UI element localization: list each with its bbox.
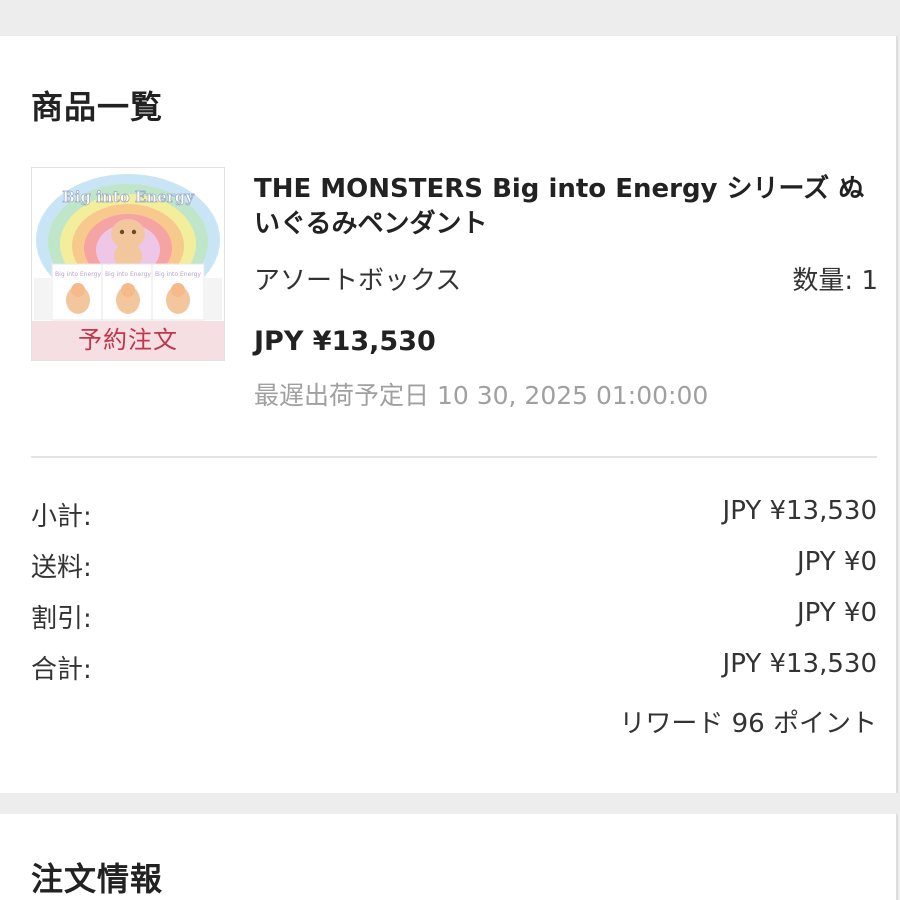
discount-value: JPY ¥0 [796, 598, 877, 628]
box-label-3: Big into Energy [155, 271, 201, 278]
product-variant: アソートボックス [254, 266, 462, 296]
top-gap [0, 0, 900, 36]
product-thumbnail[interactable]: Big into Energy Big into Energy Big into… [31, 167, 225, 361]
summary-row-subtotal: 小計: JPY ¥13,530 [31, 496, 877, 532]
preorder-badge: 予約注文 [32, 321, 224, 360]
subtotal-value: JPY ¥13,530 [722, 496, 877, 526]
product-list-card: 商品一覧 Big into Energy Big into Energy Big… [0, 36, 898, 793]
latest-ship-date: 最遅出荷予定日 10 30, 2025 01:00:00 [254, 381, 709, 410]
product-quantity: 数量: 1 [792, 266, 878, 296]
summary-row-total: 合計: JPY ¥13,530 [31, 649, 877, 685]
total-value: JPY ¥13,530 [722, 649, 877, 679]
reward-points: リワード 96 ポイント [619, 709, 877, 739]
artwork-logo-text: Big into Energy [62, 188, 195, 206]
section-divider [31, 456, 877, 458]
section-title-order: 注文情報 [31, 860, 164, 898]
product-price: JPY ¥13,530 [254, 326, 436, 357]
box-label-1: Big into Energy [55, 271, 101, 278]
product-name[interactable]: THE MONSTERS Big into Energy シリーズ ぬいぐるみペ… [254, 172, 874, 242]
summary-row-shipping: 送料: JPY ¥0 [31, 547, 877, 583]
shipping-value: JPY ¥0 [796, 547, 877, 577]
order-info-card: 注文情報 [0, 814, 898, 900]
box-label-2: Big into Energy [105, 271, 151, 278]
summary-row-discount: 割引: JPY ¥0 [31, 598, 877, 634]
total-label: 合計: [31, 655, 92, 685]
subtotal-label: 小計: [31, 502, 92, 532]
section-title-products: 商品一覧 [31, 88, 164, 126]
shipping-label: 送料: [31, 553, 92, 583]
discount-label: 割引: [31, 604, 92, 634]
